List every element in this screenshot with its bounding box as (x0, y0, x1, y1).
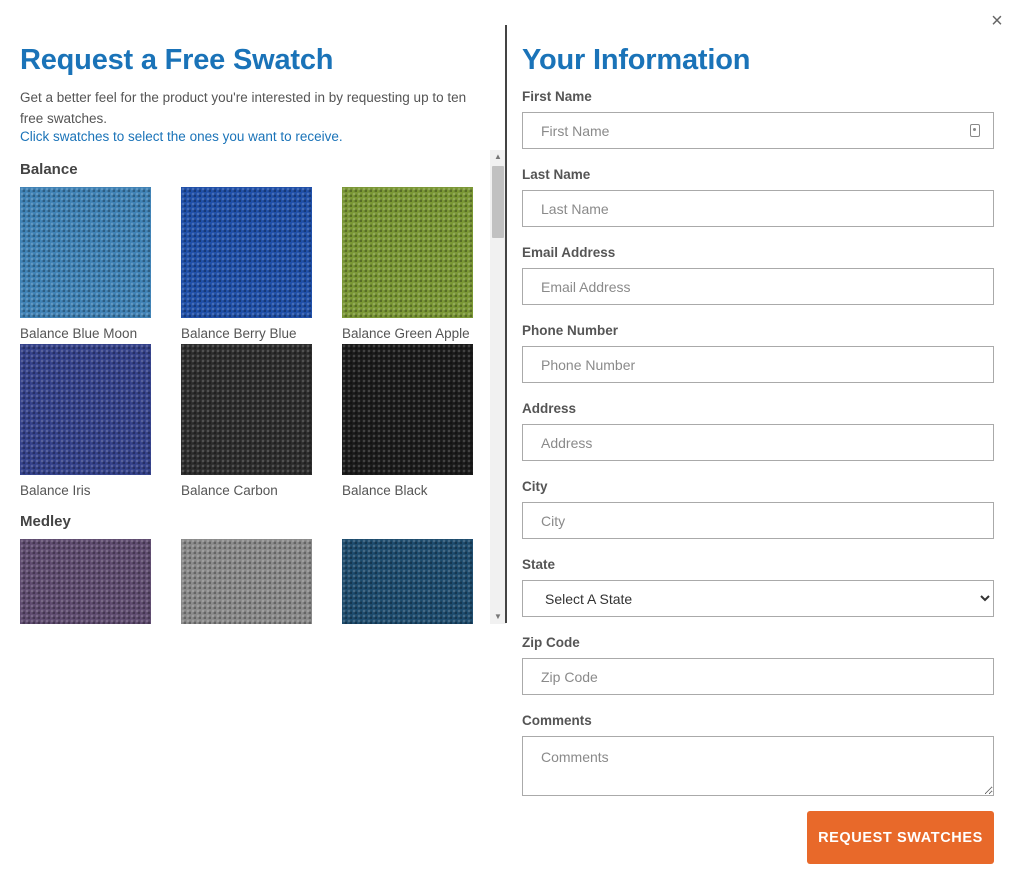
swatch-tile (20, 187, 151, 318)
comments-field[interactable] (522, 736, 994, 796)
swatch-intro-text: Get a better feel for the product you're… (20, 90, 467, 126)
swatch-name: Balance Green Apple (342, 326, 470, 341)
swatch-balance-carbon[interactable]: Balance Carbon (181, 344, 312, 498)
request-swatches-button[interactable]: REQUEST SWATCHES (807, 811, 994, 864)
swatch-balance-berry-blue[interactable]: Balance Berry Blue (181, 187, 312, 341)
address-label: Address (522, 401, 577, 416)
swatch-name: Balance Iris (20, 483, 91, 498)
first-name-field[interactable] (522, 112, 994, 149)
panel-divider (505, 25, 507, 623)
last-name-label: Last Name (522, 167, 591, 182)
swatch-panel: Request a Free Swatch Get a better feel … (20, 0, 506, 878)
group-title-medley: Medley (20, 513, 71, 530)
first-name-label: First Name (522, 89, 592, 104)
city-field[interactable] (522, 502, 994, 539)
comments-label: Comments (522, 713, 592, 728)
address-field[interactable] (522, 424, 994, 461)
swatch-balance-blue-moon[interactable]: Balance Blue Moon (20, 187, 151, 341)
swatch-tile (342, 344, 473, 475)
swatch-scroll-area[interactable]: Balance Balance Blue Moon Balance Berry … (20, 150, 506, 624)
swatch-instruction: Click swatches to select the ones you wa… (20, 129, 343, 144)
phone-label: Phone Number (522, 323, 619, 338)
contact-card-icon[interactable] (970, 124, 980, 137)
swatch-scrollbar[interactable]: ▲ ▼ (490, 150, 506, 624)
last-name-field[interactable] (522, 190, 994, 227)
swatch-name: Balance Black (342, 483, 428, 498)
swatch-tile (342, 187, 473, 318)
form-title: Your Information (522, 44, 751, 76)
swatch-tile (20, 344, 151, 475)
swatch-name: Balance Blue Moon (20, 326, 138, 341)
email-field[interactable] (522, 268, 994, 305)
information-form: Your Information First Name Last Name Em… (522, 0, 994, 878)
scroll-down-arrow-icon[interactable]: ▼ (490, 610, 506, 624)
swatch-tile (20, 539, 151, 624)
state-select[interactable]: Select A State (522, 580, 994, 617)
scroll-up-arrow-icon[interactable]: ▲ (490, 150, 506, 164)
swatch-medley-3[interactable] (342, 539, 473, 624)
swatch-balance-black[interactable]: Balance Black (342, 344, 473, 498)
swatch-tile (181, 539, 312, 624)
swatch-balance-green-apple[interactable]: Balance Green Apple (342, 187, 473, 341)
swatch-tile (181, 344, 312, 475)
zip-label: Zip Code (522, 635, 580, 650)
zip-field[interactable] (522, 658, 994, 695)
swatch-panel-title: Request a Free Swatch (20, 44, 334, 76)
swatch-balance-iris[interactable]: Balance Iris (20, 344, 151, 498)
email-label: Email Address (522, 245, 616, 260)
swatch-name: Balance Berry Blue (181, 326, 297, 341)
swatch-medley-2[interactable] (181, 539, 312, 624)
swatch-tile (181, 187, 312, 318)
swatch-tile (342, 539, 473, 624)
swatch-name: Balance Carbon (181, 483, 278, 498)
scroll-thumb[interactable] (492, 166, 504, 238)
group-title-balance: Balance (20, 161, 78, 178)
state-label: State (522, 557, 556, 572)
city-label: City (522, 479, 548, 494)
swatch-medley-1[interactable] (20, 539, 151, 624)
phone-field[interactable] (522, 346, 994, 383)
